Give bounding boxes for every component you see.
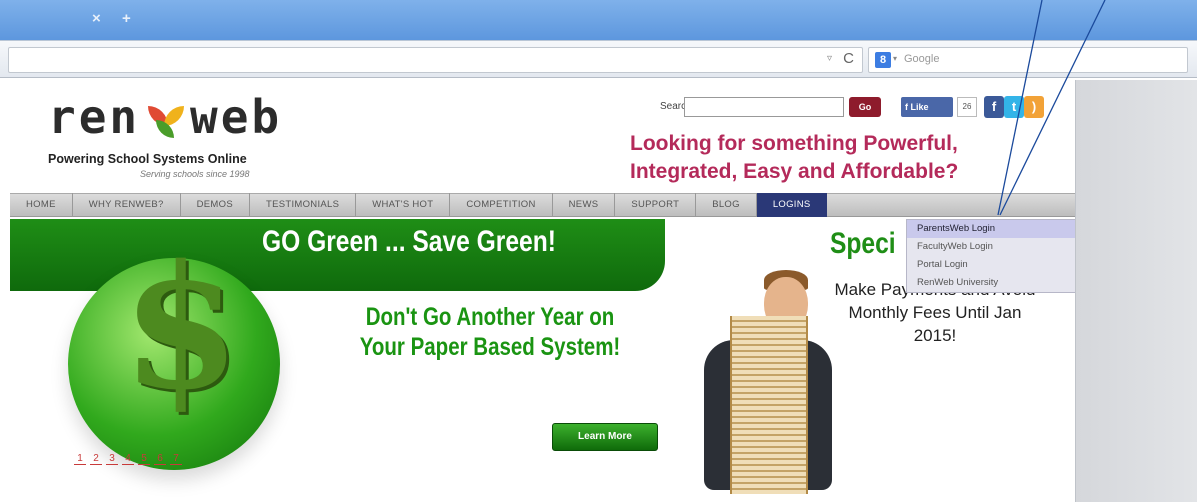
browser-search-input[interactable]: 8 ▾ Google — [868, 47, 1188, 73]
browser-tab-bar: × + — [0, 0, 1197, 40]
google-icon[interactable]: 8 — [875, 52, 891, 68]
site-search-input[interactable] — [684, 97, 844, 117]
special-offer-title: Speci — [830, 227, 896, 260]
search-placeholder: Google — [904, 53, 940, 65]
man-with-papers-image — [668, 270, 833, 495]
facebook-icon[interactable]: f — [984, 96, 1004, 118]
logo-tagline: Powering School Systems Online — [48, 152, 247, 166]
nav-logins[interactable]: LOGINS — [756, 193, 827, 217]
learn-more-button[interactable]: Learn More — [552, 423, 658, 451]
nav-testimonials[interactable]: TESTIMONIALS — [250, 193, 357, 217]
go-button[interactable]: Go — [849, 97, 881, 117]
rss-icon[interactable]: ) — [1024, 96, 1044, 118]
like-count: 26 — [957, 97, 977, 117]
banner-subhead: Don't Go Another Year on Your Paper Base… — [326, 302, 654, 362]
promo-headline: Looking for something Powerful, Integrat… — [630, 132, 959, 183]
nav-news[interactable]: NEWS — [553, 193, 616, 217]
logo-since: Serving schools since 1998 — [140, 169, 250, 179]
pager-6[interactable]: 6 — [154, 453, 166, 465]
nav-home[interactable]: HOME — [10, 193, 73, 217]
new-tab-icon[interactable]: + — [122, 10, 131, 27]
url-dropdown-icon[interactable]: ▿ — [827, 53, 832, 64]
nav-support[interactable]: SUPPORT — [615, 193, 697, 217]
reload-icon[interactable]: C — [843, 50, 854, 67]
nav-blog[interactable]: BLOG — [696, 193, 757, 217]
pager-7[interactable]: 7 — [170, 453, 182, 465]
pager-3[interactable]: 3 — [106, 453, 118, 465]
banner-title: GO Green ... Save Green! — [262, 225, 556, 258]
logo-text-left: ren — [48, 90, 141, 144]
banner-subhead-line1: Don't Go Another Year on — [365, 303, 615, 331]
pager-4[interactable]: 4 — [122, 453, 134, 465]
pager-2[interactable]: 2 — [90, 453, 102, 465]
like-label: Like — [910, 102, 929, 112]
facebook-like-button[interactable]: f Like — [901, 97, 953, 117]
logo-text-right: web — [190, 90, 283, 144]
close-tab-icon[interactable]: × — [92, 10, 101, 27]
twitter-icon[interactable]: t — [1004, 96, 1024, 118]
pager-5[interactable]: 5 — [138, 453, 150, 465]
nav-whats-hot[interactable]: WHAT'S HOT — [356, 193, 451, 217]
main-nav: HOME WHY RENWEB? DEMOS TESTIMONIALS WHAT… — [10, 193, 1075, 217]
renweb-logo[interactable]: ren web Powering School Systems Online S… — [48, 90, 308, 180]
navigation-toolbar: ▿ C 8 ▾ Google — [0, 40, 1197, 78]
dollar-icon: $ — [122, 228, 241, 428]
banner-subhead-line2: Your Paper Based System! — [359, 333, 621, 361]
nav-demos[interactable]: DEMOS — [181, 193, 250, 217]
nav-why-renweb[interactable]: WHY RENWEB? — [73, 193, 181, 217]
pager-1[interactable]: 1 — [74, 453, 86, 465]
banner-pager: 1 2 3 4 5 6 7 — [74, 453, 182, 465]
search-engine-dropdown-icon[interactable]: ▾ — [893, 54, 897, 63]
scroll-area — [1075, 80, 1197, 502]
nav-competition[interactable]: COMPETITION — [450, 193, 553, 217]
url-input[interactable]: ▿ C — [8, 47, 863, 73]
